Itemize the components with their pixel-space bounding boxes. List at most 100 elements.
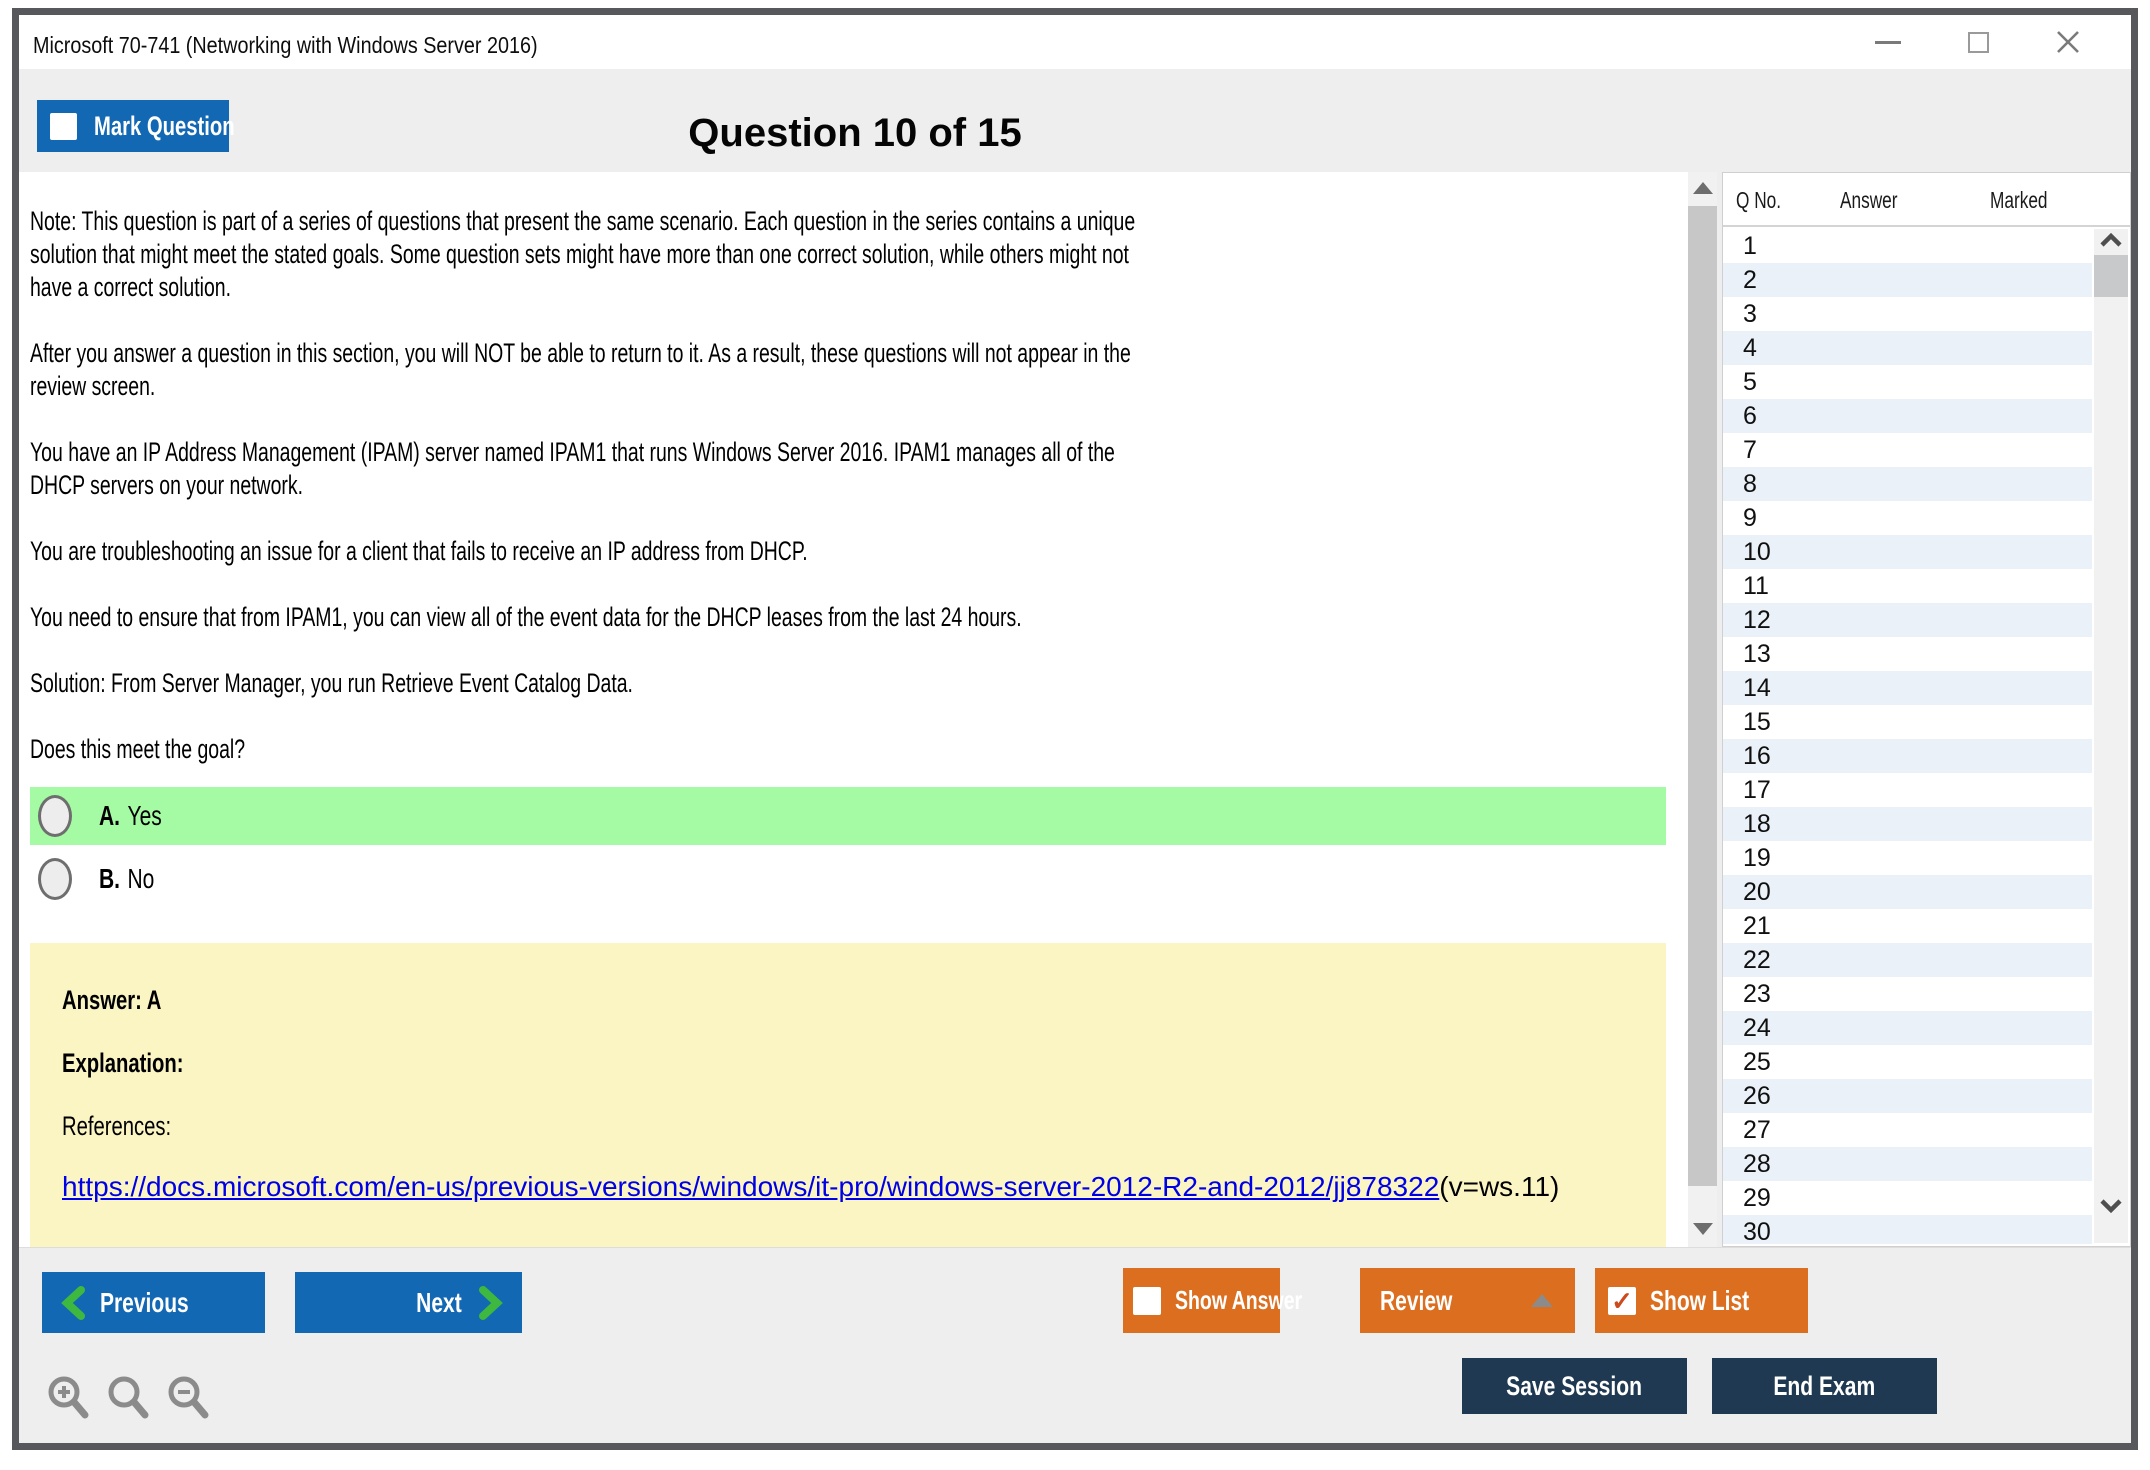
close-button[interactable] [2023,15,2113,69]
question-list-row[interactable]: 19 [1723,841,2092,875]
question-number: 1 [1723,232,1757,261]
question-number: 9 [1723,504,1757,533]
question-list-row[interactable]: 10 [1723,535,2092,569]
question-list-row[interactable]: 20 [1723,875,2092,909]
question-number: 14 [1723,674,1771,703]
question-list-row[interactable]: 24 [1723,1011,2092,1045]
question-number: 15 [1723,708,1771,737]
window-title: Microsoft 70-741 (Networking with Window… [33,15,538,69]
explanation-label: Explanation: [62,1048,184,1079]
end-exam-button[interactable]: End Exam [1712,1358,1937,1414]
window-controls [1843,15,2113,69]
question-list-row[interactable]: 9 [1723,501,2092,535]
sidebar-scroll-up-icon[interactable] [2096,231,2126,251]
question-list-row[interactable]: 4 [1723,331,2092,365]
question-list-row[interactable]: 18 [1723,807,2092,841]
question-list-row[interactable]: 29 [1723,1181,2092,1215]
question-number: 30 [1723,1218,1771,1245]
next-label: Next [416,1287,462,1319]
reference-line: https://docs.microsoft.com/en-us/previou… [62,1171,1559,1203]
question-list-row[interactable]: 13 [1723,637,2092,671]
question-list-row[interactable]: 12 [1723,603,2092,637]
close-icon [2054,28,2082,56]
references-label: References: [62,1111,171,1142]
question-list-row[interactable]: 2 [1723,263,2092,297]
save-session-button[interactable]: Save Session [1462,1358,1687,1414]
app-window: Microsoft 70-741 (Networking with Window… [12,8,2138,1450]
question-list-row[interactable]: 3 [1723,297,2092,331]
radio-option-a[interactable] [38,795,72,837]
zoom-toolbar [45,1373,213,1425]
chevron-right-icon [478,1286,504,1320]
question-list-row[interactable]: 27 [1723,1113,2092,1147]
question-number: 20 [1723,878,1771,907]
question-list-row[interactable]: 16 [1723,739,2092,773]
maximize-button[interactable] [1933,15,2023,69]
reference-link-suffix: (v=ws.11) [1439,1171,1559,1202]
scroll-up-arrow-icon[interactable] [1693,182,1713,194]
show-list-button[interactable]: ✓ Show List [1595,1268,1808,1333]
minimize-button[interactable] [1843,15,1933,69]
zoom-out-icon[interactable] [165,1373,213,1425]
question-number: 26 [1723,1082,1771,1111]
zoom-in-icon[interactable] [45,1373,93,1425]
answer-option-a[interactable]: A.Yes [30,787,1666,845]
reference-link[interactable]: https://docs.microsoft.com/en-us/previou… [62,1171,1439,1202]
main-scrollbar[interactable] [1688,172,1717,1247]
question-number: 13 [1723,640,1771,669]
question-list-row[interactable]: 17 [1723,773,2092,807]
question-list-row[interactable]: 30 [1723,1215,2092,1244]
sidebar-scroll-down-icon[interactable] [2096,1195,2126,1215]
question-paragraph: Does this meet the goal? [30,733,1175,766]
question-counter: Question 10 of 15 [19,111,1691,156]
question-list-row[interactable]: 6 [1723,399,2092,433]
question-number: 21 [1723,912,1771,941]
question-list-row[interactable]: 15 [1723,705,2092,739]
show-list-label: Show List [1650,1285,1749,1317]
question-list-row[interactable]: 22 [1723,943,2092,977]
footer-divider [19,1247,2131,1248]
column-qno: Q No. [1736,187,1781,214]
question-list-row[interactable]: 26 [1723,1079,2092,1113]
question-list-row[interactable]: 5 [1723,365,2092,399]
question-number: 25 [1723,1048,1771,1077]
question-list-row[interactable]: 23 [1723,977,2092,1011]
question-paragraph: You have an IP Address Management (IPAM)… [30,436,1175,502]
question-list-panel: Q No. Answer Marked 12345678910111213141… [1722,172,2131,1247]
question-list-row[interactable]: 11 [1723,569,2092,603]
question-number: 24 [1723,1014,1771,1043]
question-number: 4 [1723,334,1757,363]
answer-option-b[interactable]: B.No [30,850,1666,908]
question-list-row[interactable]: 1 [1723,229,2092,263]
question-list-row[interactable]: 28 [1723,1147,2092,1181]
show-answer-button[interactable]: Show Answer [1123,1268,1280,1333]
option-b-label: B.No [99,863,154,895]
question-paragraph: You are troubleshooting an issue for a c… [30,535,1175,568]
question-list-row[interactable]: 14 [1723,671,2092,705]
question-list-row[interactable]: 8 [1723,467,2092,501]
question-list-row[interactable]: 21 [1723,909,2092,943]
review-button[interactable]: Review [1360,1268,1575,1333]
question-paragraph: Note: This question is part of a series … [30,205,1175,304]
zoom-reset-icon[interactable] [105,1373,153,1425]
next-button[interactable]: Next [295,1272,522,1333]
question-number: 5 [1723,368,1757,397]
question-list-row[interactable]: 7 [1723,433,2092,467]
answer-explanation-box: Answer: A Explanation: References: https… [30,943,1666,1247]
question-number: 22 [1723,946,1771,975]
titlebar: Microsoft 70-741 (Networking with Window… [19,15,2131,69]
question-paragraph: You need to ensure that from IPAM1, you … [30,601,1175,634]
question-number: 8 [1723,470,1757,499]
review-label: Review [1380,1285,1452,1317]
sidebar-scrollbar-thumb[interactable] [2094,255,2128,297]
question-number: 7 [1723,436,1757,465]
question-list-row[interactable]: 25 [1723,1045,2092,1079]
scroll-down-arrow-icon[interactable] [1693,1223,1713,1235]
main-scrollbar-thumb[interactable] [1688,206,1717,1186]
previous-label: Previous [100,1287,189,1319]
previous-button[interactable]: Previous [42,1272,265,1333]
show-answer-checkbox[interactable] [1133,1287,1161,1315]
radio-option-b[interactable] [38,858,72,900]
sidebar-scrollbar[interactable] [2094,229,2128,1243]
show-list-checkbox[interactable]: ✓ [1608,1287,1636,1315]
